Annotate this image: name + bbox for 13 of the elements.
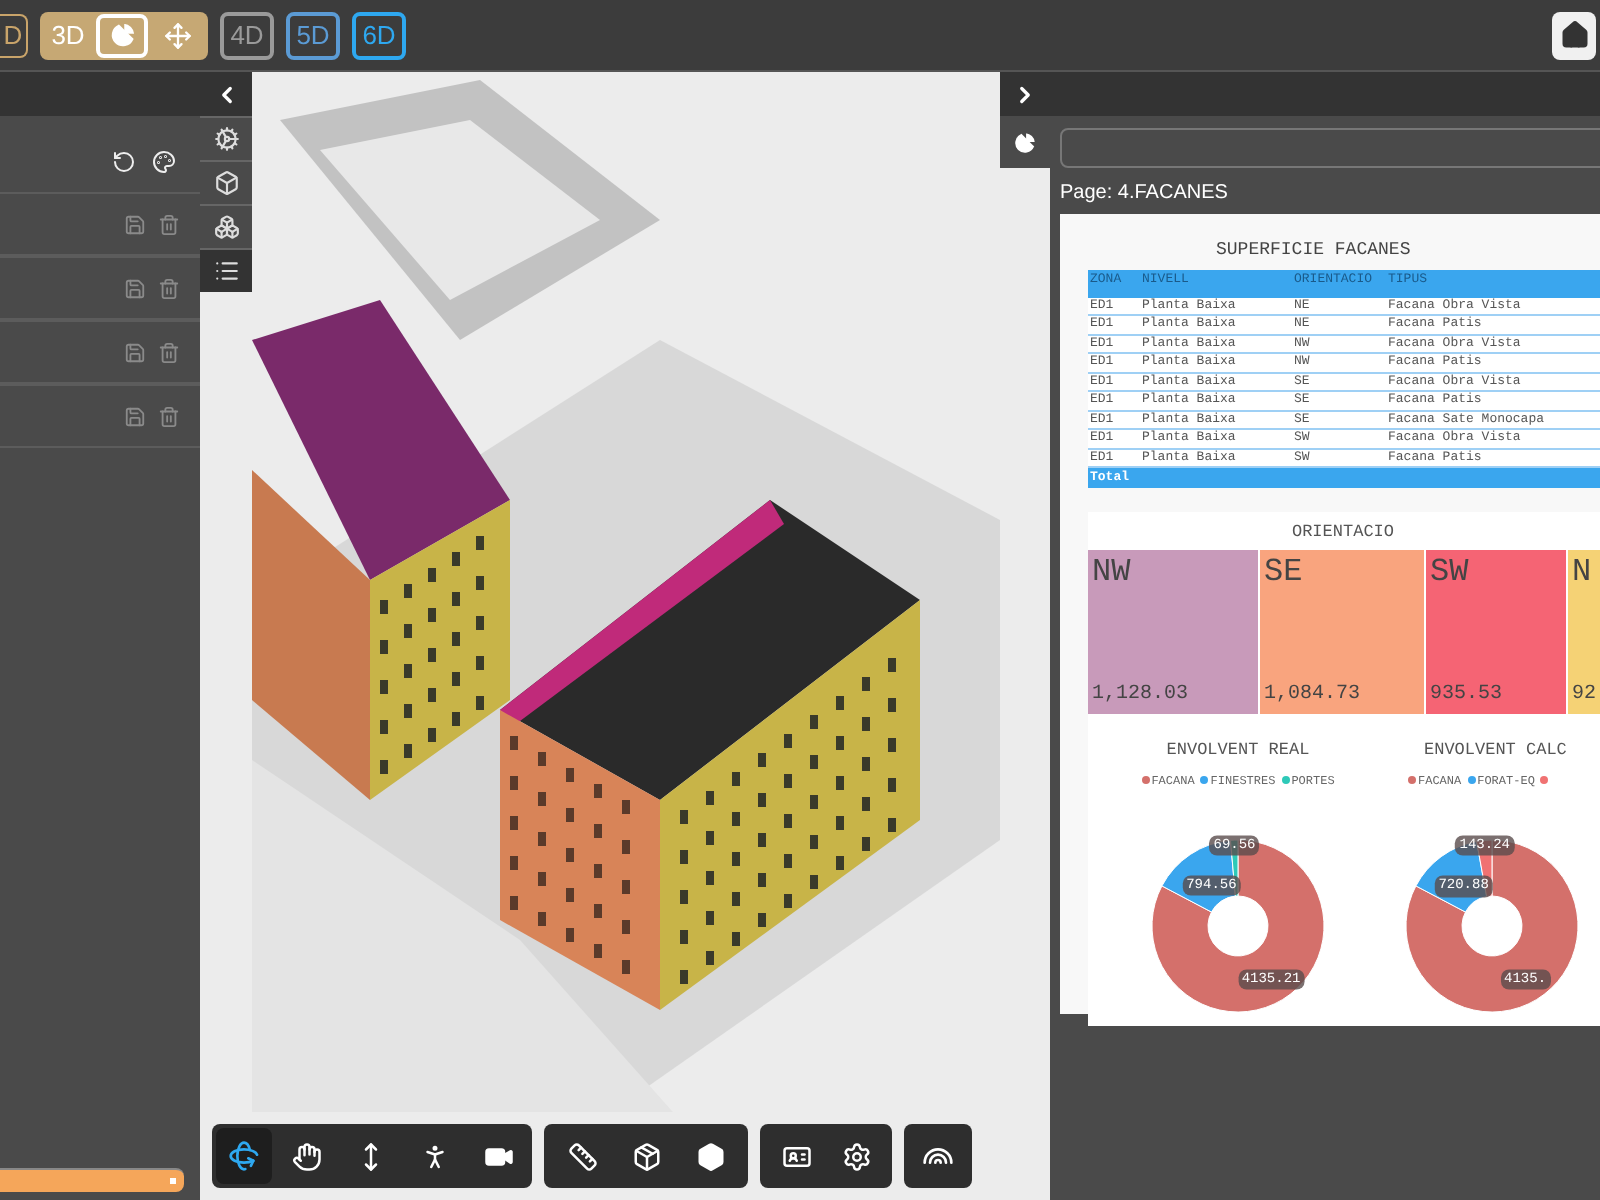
page-title: Page: 4.FACANES (1060, 180, 1230, 208)
tile-label: SE (1264, 553, 1305, 590)
tile-label: SW (1430, 553, 1471, 590)
tile-value: 92 (1572, 681, 1599, 710)
chart-title: ENVOLVENT REAL (1166, 737, 1310, 763)
chart-title: ENVOLVENT CALC (1424, 737, 1567, 763)
table-title: SUPERFICIE FACANES (1216, 238, 1413, 264)
tile-value: 1,084.73 (1264, 681, 1363, 710)
chart-title: ORIENTACIO (1291, 520, 1394, 546)
tile-value: 935.53 (1430, 681, 1505, 710)
tile-value: 1,128.03 (1092, 681, 1191, 710)
tile-label: NW (1092, 553, 1133, 590)
tile-label: N (1572, 553, 1594, 590)
